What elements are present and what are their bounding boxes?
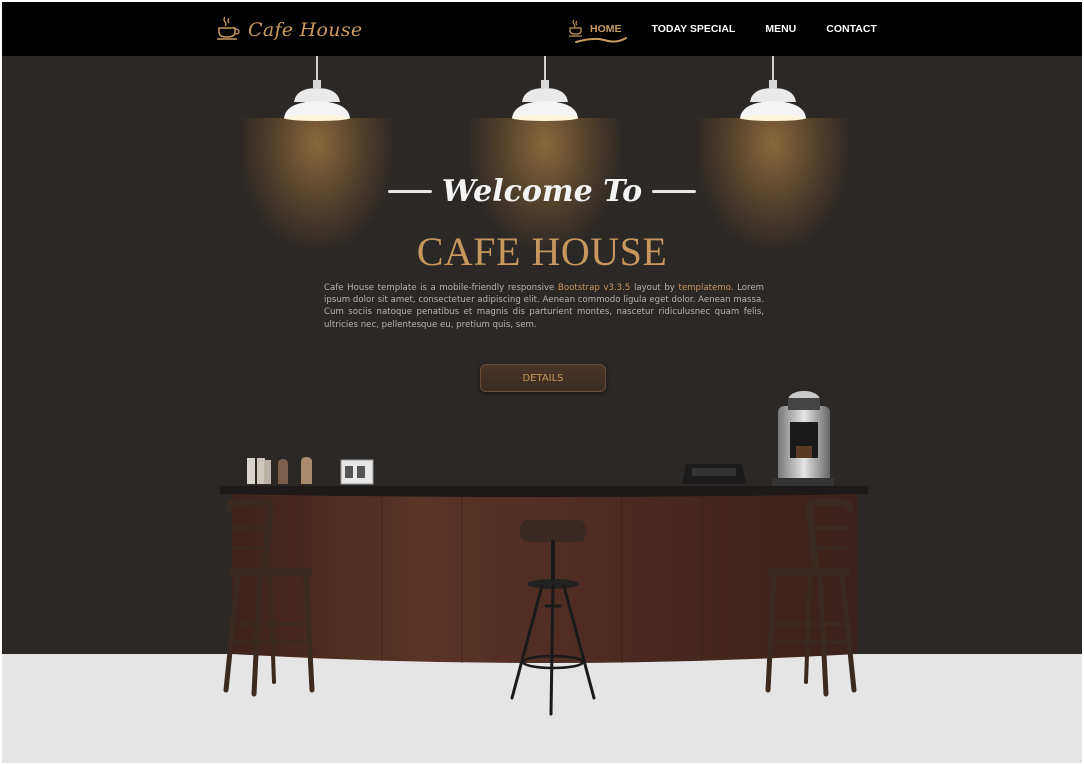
cafe-counter-illustration bbox=[220, 391, 868, 716]
bottles bbox=[247, 457, 312, 484]
menu-card bbox=[340, 459, 374, 485]
coffee-machine-icon bbox=[772, 391, 834, 486]
page-frame: Cafe House HOME TODAY SPECIAL MENU CONTA… bbox=[2, 2, 1082, 763]
cash-register bbox=[682, 464, 746, 484]
